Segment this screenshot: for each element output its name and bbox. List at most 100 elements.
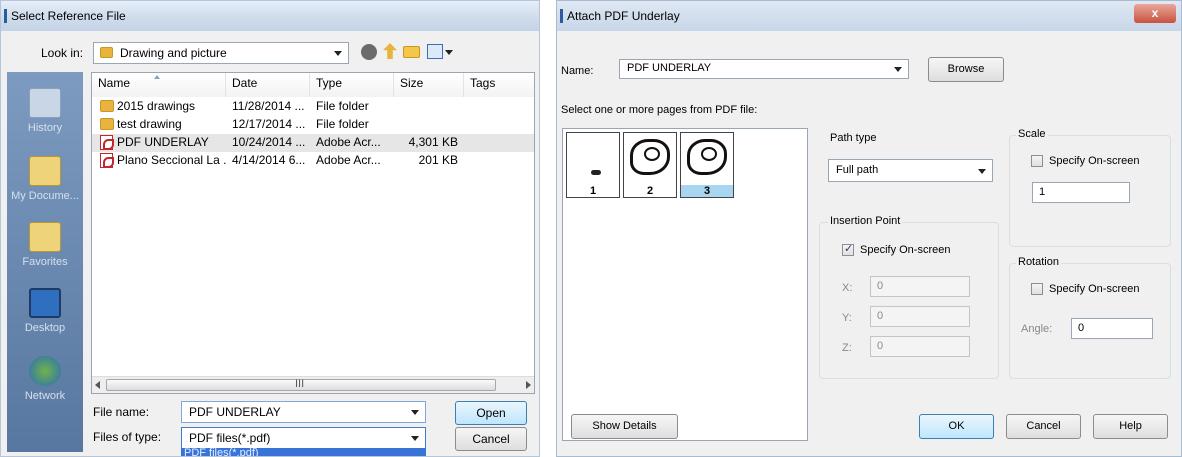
angle-label: Angle: (1021, 323, 1053, 335)
column-header-date[interactable]: Date (226, 73, 310, 97)
file-type: Adobe Acr... (316, 153, 381, 167)
look-in-label: Look in: (41, 46, 84, 60)
help-button[interactable]: Help (1093, 414, 1168, 439)
file-date: 12/17/2014 ... (232, 117, 306, 131)
page-number: 1 (589, 185, 597, 197)
file-date: 4/14/2014 6... (232, 153, 306, 167)
favorites-icon (29, 222, 61, 252)
views-chevron-icon[interactable] (445, 50, 453, 55)
browse-button[interactable]: Browse (928, 57, 1004, 82)
chevron-down-icon (411, 410, 419, 415)
file-name: PDF UNDERLAY (117, 135, 209, 149)
place-network-label: Network (24, 390, 66, 402)
dialog1-titlebar[interactable]: Select Reference File (1, 1, 539, 31)
desktop-icon (29, 288, 61, 318)
files-of-type-option[interactable]: PDF files(*.pdf) (181, 448, 426, 456)
table-row-selected[interactable]: PDF UNDERLAY 10/24/2014 ... Adobe Acr...… (92, 134, 534, 152)
views-icon[interactable] (427, 44, 443, 59)
places-bar: History My Docume... Favorites Desktop N… (7, 72, 83, 452)
z-input[interactable]: 0 (870, 336, 970, 357)
autocad-app-icon (4, 9, 7, 23)
ok-button[interactable]: OK (919, 414, 994, 439)
attach-pdf-underlay-dialog: Attach PDF Underlay x Name: PDF UNDERLAY… (556, 0, 1182, 457)
new-folder-icon[interactable] (403, 46, 420, 58)
insertion-specify-checkbox[interactable] (842, 242, 854, 256)
file-date: 11/28/2014 ... (232, 99, 305, 113)
scroll-left-icon[interactable] (95, 381, 100, 389)
place-network[interactable]: Network (7, 356, 83, 402)
folder-icon (100, 47, 113, 58)
documents-icon (29, 156, 61, 186)
name-label: Name: (561, 65, 594, 77)
x-label: X: (842, 282, 853, 294)
insertion-point-label: Insertion Point (828, 215, 903, 227)
page-thumbnail[interactable]: 2 (623, 132, 677, 198)
close-button[interactable]: x (1134, 4, 1176, 23)
path-type-label: Path type (830, 132, 877, 144)
rotation-label: Rotation (1016, 256, 1061, 268)
open-button[interactable]: Open (455, 401, 527, 425)
place-favorites[interactable]: Favorites (7, 222, 83, 268)
place-my-documents[interactable]: My Docume... (7, 156, 83, 202)
file-size: 4,301 KB (408, 135, 458, 149)
chevron-down-icon (411, 436, 419, 441)
select-reference-file-dialog: Select Reference File Look in: Drawing a… (0, 0, 540, 457)
path-type-dropdown[interactable]: Full path (828, 159, 993, 182)
file-name: 2015 drawings (117, 99, 196, 113)
column-header-type[interactable]: Type (310, 73, 394, 97)
page-preview-detail (701, 147, 717, 161)
horizontal-scrollbar[interactable]: III (92, 376, 534, 393)
place-desktop-label: Desktop (24, 322, 66, 334)
cancel-button[interactable]: Cancel (455, 427, 527, 451)
file-size: 201 KB (418, 153, 458, 167)
scale-label: Scale (1016, 128, 1048, 140)
scale-input[interactable]: 1 (1032, 182, 1130, 203)
pdf-icon (100, 153, 114, 168)
file-name-input[interactable]: PDF UNDERLAY (181, 401, 426, 423)
angle-input[interactable]: 0 (1071, 318, 1153, 339)
scale-specify-checkbox[interactable] (1031, 155, 1043, 167)
file-type: Adobe Acr... (316, 135, 381, 149)
select-pages-label: Select one or more pages from PDF file: (561, 104, 758, 116)
page-thumbnail-selected[interactable]: 3 (680, 132, 734, 198)
folder-icon (100, 118, 114, 130)
pdf-icon (100, 135, 114, 150)
sort-up-icon (154, 75, 160, 79)
place-favorites-label: Favorites (22, 256, 68, 268)
y-input[interactable]: 0 (870, 306, 970, 327)
place-my-documents-label: My Docume... (11, 190, 79, 202)
column-header-tags[interactable]: Tags (464, 73, 534, 97)
scroll-right-icon[interactable] (526, 381, 531, 389)
table-row[interactable]: 2015 drawings 11/28/2014 ... File folder (92, 98, 534, 116)
files-of-type-dropdown[interactable]: PDF files(*.pdf) (181, 427, 426, 449)
place-history[interactable]: History (7, 88, 83, 134)
scroll-grip: III (295, 378, 305, 390)
up-folder-icon[interactable] (383, 43, 397, 59)
insertion-specify-label: Specify On-screen (860, 244, 951, 256)
back-icon[interactable] (361, 44, 377, 60)
page-number: 3 (681, 185, 733, 197)
file-type: File folder (316, 99, 369, 113)
table-row[interactable]: Plano Seccional La ... 4/14/2014 6... Ad… (92, 152, 534, 170)
path-type-value: Full path (836, 164, 879, 176)
scale-specify-label: Specify On-screen (1049, 155, 1140, 167)
column-header-size[interactable]: Size (394, 73, 464, 97)
z-label: Z: (842, 342, 852, 354)
file-type: File folder (316, 117, 369, 131)
dialog1-title: Select Reference File (11, 9, 126, 23)
x-input[interactable]: 0 (870, 276, 970, 297)
dialog2-title: Attach PDF Underlay (567, 9, 680, 23)
show-details-button[interactable]: Show Details (571, 414, 678, 439)
place-desktop[interactable]: Desktop (7, 288, 83, 334)
pdf-pages-list: 1 2 3 (562, 128, 808, 441)
name-dropdown[interactable]: PDF UNDERLAY (619, 59, 909, 79)
table-row[interactable]: test drawing 12/17/2014 ... File folder (92, 116, 534, 134)
file-name: test drawing (117, 117, 182, 131)
dialog2-titlebar[interactable]: Attach PDF Underlay x (557, 1, 1181, 31)
page-thumbnail[interactable]: 1 (566, 132, 620, 198)
autocad-app-icon (560, 9, 563, 23)
look-in-dropdown[interactable]: Drawing and picture (93, 42, 349, 64)
chevron-down-icon (334, 51, 342, 56)
rotation-specify-checkbox[interactable] (1031, 283, 1043, 295)
cancel-button[interactable]: Cancel (1006, 414, 1081, 439)
